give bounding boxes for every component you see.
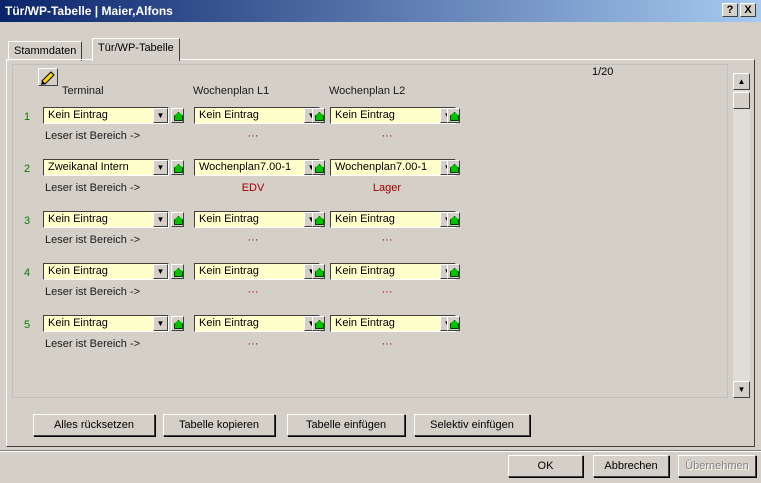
row-number: 5 xyxy=(24,319,31,331)
area-l2: ··· xyxy=(381,338,393,350)
goto-wp1-button[interactable] xyxy=(312,212,325,227)
row-number: 2 xyxy=(24,163,31,175)
wp2-select[interactable]: Wochenplan7.00-1▼ xyxy=(330,159,456,176)
wp1-select[interactable]: Kein Eintrag▼ xyxy=(194,211,320,228)
dropdown-arrow-icon[interactable]: ▼ xyxy=(153,108,168,123)
title-bar: Tür/WP-Tabelle | Maier,Alfons ? X xyxy=(0,0,761,22)
goto-wp1-button[interactable] xyxy=(312,316,325,331)
row-number: 4 xyxy=(24,267,31,279)
row-number: 1 xyxy=(24,111,31,123)
scroll-up-icon[interactable]: ▲ xyxy=(733,73,750,90)
col-header-wp1: Wochenplan L1 xyxy=(193,85,270,97)
terminal-select[interactable]: Kein Eintrag ▼ xyxy=(43,211,169,228)
goto-terminal-button[interactable] xyxy=(171,160,184,175)
row-number: 3 xyxy=(24,215,31,227)
tab-tuer-wp-tabelle[interactable]: Tür/WP-Tabelle xyxy=(92,38,180,61)
goto-wp2-button[interactable] xyxy=(447,160,460,175)
dropdown-arrow-icon[interactable]: ▼ xyxy=(153,264,168,279)
leser-label: Leser ist Bereich -> xyxy=(45,182,141,194)
leser-label: Leser ist Bereich -> xyxy=(45,338,141,350)
ok-button[interactable]: OK xyxy=(508,455,583,477)
area-l1: ··· xyxy=(247,234,259,246)
page-indicator: 1/20 xyxy=(592,66,614,78)
apply-button[interactable]: Übernehmen xyxy=(678,455,756,477)
wp2-select[interactable]: Kein Eintrag▼ xyxy=(330,211,456,228)
window-title: Tür/WP-Tabelle | Maier,Alfons xyxy=(5,4,173,18)
goto-terminal-button[interactable] xyxy=(171,108,184,123)
terminal-select[interactable]: Zweikanal Intern ▼ xyxy=(43,159,169,176)
leser-label: Leser ist Bereich -> xyxy=(45,130,141,142)
goto-wp2-button[interactable] xyxy=(447,316,460,331)
area-l2: ··· xyxy=(381,130,393,142)
reset-all-button[interactable]: Alles rücksetzen xyxy=(33,414,155,436)
help-button[interactable]: ? xyxy=(722,3,738,17)
goto-wp1-button[interactable] xyxy=(312,264,325,279)
terminal-select[interactable]: Kein Eintrag ▼ xyxy=(43,107,169,124)
leser-label: Leser ist Bereich -> xyxy=(45,234,141,246)
scroll-down-icon[interactable]: ▼ xyxy=(733,381,750,398)
vertical-scrollbar[interactable]: ▲ ▼ xyxy=(733,73,750,398)
area-l2: Lager xyxy=(372,182,402,194)
goto-wp1-button[interactable] xyxy=(312,160,325,175)
goto-wp2-button[interactable] xyxy=(447,212,460,227)
wp1-select[interactable]: Kein Eintrag▼ xyxy=(194,263,320,280)
wp2-select[interactable]: Kein Eintrag▼ xyxy=(330,315,456,332)
terminal-select[interactable]: Kein Eintrag ▼ xyxy=(43,315,169,332)
dropdown-arrow-icon[interactable]: ▼ xyxy=(153,160,168,175)
dropdown-arrow-icon[interactable]: ▼ xyxy=(153,316,168,331)
area-l1: ··· xyxy=(247,130,259,142)
goto-terminal-button[interactable] xyxy=(171,212,184,227)
area-l1: EDV xyxy=(241,182,265,194)
area-l1: ··· xyxy=(247,286,259,298)
dropdown-arrow-icon[interactable]: ▼ xyxy=(153,212,168,227)
col-header-wp2: Wochenplan L2 xyxy=(329,85,406,97)
close-button[interactable]: X xyxy=(740,3,756,17)
col-header-terminal: Terminal xyxy=(62,85,104,97)
goto-terminal-button[interactable] xyxy=(171,316,184,331)
wp1-select[interactable]: Kein Eintrag▼ xyxy=(194,107,320,124)
goto-wp2-button[interactable] xyxy=(447,108,460,123)
area-l2: ··· xyxy=(381,286,393,298)
goto-terminal-button[interactable] xyxy=(171,264,184,279)
goto-wp2-button[interactable] xyxy=(447,264,460,279)
wp1-select[interactable]: Wochenplan7.00-1▼ xyxy=(194,159,320,176)
wp1-select[interactable]: Kein Eintrag▼ xyxy=(194,315,320,332)
copy-table-button[interactable]: Tabelle kopieren xyxy=(163,414,275,436)
tab-stammdaten[interactable]: Stammdaten xyxy=(8,41,83,61)
pencil-icon xyxy=(41,71,55,85)
paste-table-button[interactable]: Tabelle einfügen xyxy=(287,414,405,436)
footer-separator xyxy=(0,450,761,452)
wp2-select[interactable]: Kein Eintrag▼ xyxy=(330,107,456,124)
scroll-thumb[interactable] xyxy=(733,92,750,109)
pencil-button[interactable] xyxy=(38,68,58,86)
selective-paste-button[interactable]: Selektiv einfügen xyxy=(414,414,530,436)
goto-wp1-button[interactable] xyxy=(312,108,325,123)
wp2-select[interactable]: Kein Eintrag▼ xyxy=(330,263,456,280)
leser-label: Leser ist Bereich -> xyxy=(45,286,141,298)
terminal-select[interactable]: Kein Eintrag ▼ xyxy=(43,263,169,280)
area-l1: ··· xyxy=(247,338,259,350)
area-l2: ··· xyxy=(381,234,393,246)
cancel-button[interactable]: Abbrechen xyxy=(593,455,669,477)
